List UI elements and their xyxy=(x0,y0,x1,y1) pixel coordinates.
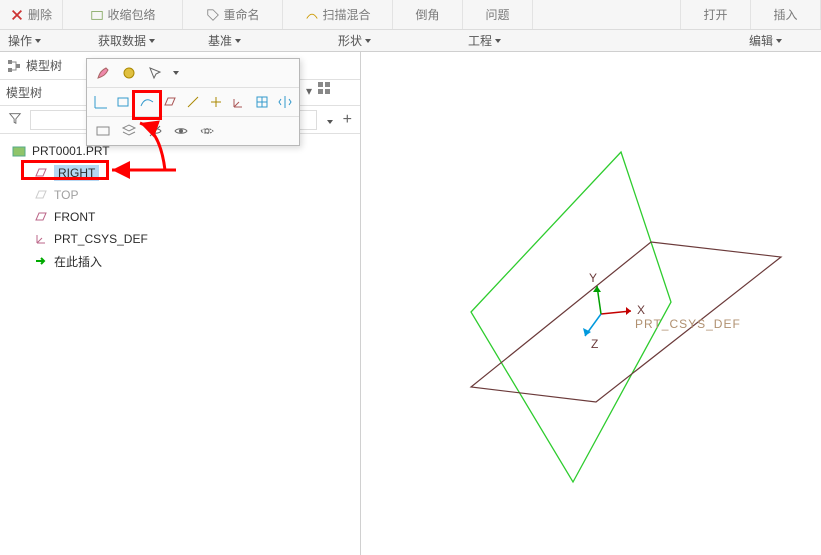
ribbon-group-edit[interactable]: 编辑 xyxy=(741,32,821,49)
csys-axes: X Y Z PRT_CSYS_DEF xyxy=(583,271,741,351)
tree-options-icon[interactable] xyxy=(325,113,333,127)
hide-icon[interactable] xyxy=(145,121,165,141)
context-toolbar-row3 xyxy=(87,116,299,145)
ribbon-other1-label: 倒角 xyxy=(416,6,440,23)
tree-item-right[interactable]: RIGHT xyxy=(4,162,356,184)
ribbon-spacer xyxy=(533,0,681,29)
insert-arrow-icon xyxy=(34,254,48,268)
chevron-down-icon xyxy=(776,39,782,43)
tree-dropdown-icon[interactable]: ▾ xyxy=(306,84,312,98)
tree-item-top[interactable]: TOP xyxy=(4,184,356,206)
ribbon-btn-other2[interactable]: 问题 xyxy=(463,0,533,29)
tree-item-front-label: FRONT xyxy=(54,210,95,224)
tree-header-controls: ▾ xyxy=(306,82,336,99)
sweep-icon xyxy=(305,8,319,22)
plane-icon xyxy=(34,210,48,224)
show-icon[interactable] xyxy=(171,121,191,141)
ribbon-btn-insert[interactable]: 插入 xyxy=(751,0,821,29)
axis-toggle-icon[interactable] xyxy=(93,92,110,112)
ribbon-rename-label: 重命名 xyxy=(224,6,260,23)
tree-item-top-label: TOP xyxy=(54,188,78,202)
tag-icon xyxy=(206,8,220,22)
plane-toggle-icon[interactable] xyxy=(162,92,179,112)
ribbon-delete-label: 删除 xyxy=(28,6,52,23)
part-icon xyxy=(12,144,26,158)
axis-z-label: Z xyxy=(591,337,598,351)
ribbon-btn-publish[interactable]: 打开 xyxy=(681,0,751,29)
csys-icon xyxy=(34,232,48,246)
tree-item-insert-label: 在此插入 xyxy=(54,253,102,270)
ribbon-group-engineering[interactable]: 工程 xyxy=(460,32,590,49)
context-toolbar xyxy=(86,58,300,146)
show-sel-icon[interactable] xyxy=(197,121,217,141)
ribbon-publish-label: 打开 xyxy=(703,6,727,23)
context-toolbar-row2 xyxy=(87,87,299,116)
ribbon-btn-delete[interactable]: 删除 xyxy=(0,0,63,29)
ribbon-group-shape[interactable]: 形状 xyxy=(330,32,460,49)
box-toggle-icon[interactable] xyxy=(116,92,133,112)
graphics-viewport[interactable]: X Y Z PRT_CSYS_DEF xyxy=(361,52,821,555)
ribbon-btn-sweep[interactable]: 扫描混合 xyxy=(283,0,393,29)
ribbon-sweep-label: 扫描混合 xyxy=(323,6,371,23)
paint-icon[interactable] xyxy=(93,63,113,83)
ribbon-btn-other1[interactable]: 倒角 xyxy=(393,0,463,29)
ribbon-group-operate[interactable]: 操作 xyxy=(0,32,90,49)
select-icon[interactable] xyxy=(145,63,165,83)
ribbon-pack-label: 收缩包络 xyxy=(108,6,156,23)
context-toolbar-row1 xyxy=(87,59,299,87)
mirror-toggle-icon[interactable] xyxy=(276,92,293,112)
show-all-icon[interactable] xyxy=(93,121,113,141)
ribbon-other2-label: 问题 xyxy=(486,6,510,23)
model-tree-tab-label[interactable]: 模型树 xyxy=(26,57,62,74)
tree-add-icon[interactable]: + xyxy=(343,111,352,129)
chevron-down-icon xyxy=(365,39,371,43)
tree-root-label: PRT0001.PRT xyxy=(32,144,110,158)
grid-toggle-icon[interactable] xyxy=(253,92,270,112)
ribbon-top-row: 删除 收缩包络 重命名 扫描混合 倒角 问题 打开 插入 xyxy=(0,0,821,30)
curve-toggle-icon[interactable] xyxy=(139,92,156,112)
ribbon-btn-rename[interactable]: 重命名 xyxy=(183,0,283,29)
line-toggle-icon[interactable] xyxy=(185,92,202,112)
model-tree: PRT0001.PRT RIGHT TOP FRONT xyxy=(0,134,360,278)
tree-item-right-label: RIGHT xyxy=(54,165,99,181)
chevron-down-icon xyxy=(495,39,501,43)
tree-item-front[interactable]: FRONT xyxy=(4,206,356,228)
sphere-icon[interactable] xyxy=(119,63,139,83)
axis-y-label: Y xyxy=(589,271,597,285)
chevron-down-icon xyxy=(35,39,41,43)
axis-x-label: X xyxy=(637,303,645,317)
chevron-down-icon[interactable] xyxy=(173,71,179,75)
tree-item-csys[interactable]: PRT_CSYS_DEF xyxy=(4,228,356,250)
plane-icon xyxy=(34,188,48,202)
point-toggle-icon[interactable] xyxy=(207,92,224,112)
ribbon-insert-label: 插入 xyxy=(773,6,797,23)
tree-item-csys-label: PRT_CSYS_DEF xyxy=(54,232,148,246)
ribbon-group-reference[interactable]: 基准 xyxy=(200,32,330,49)
tree-icon xyxy=(6,58,22,74)
csys-toggle-icon[interactable] xyxy=(230,92,247,112)
scene-svg: X Y Z PRT_CSYS_DEF xyxy=(361,52,821,555)
box-icon xyxy=(90,8,104,22)
x-icon xyxy=(10,8,24,22)
chevron-down-icon xyxy=(235,39,241,43)
tree-item-insert[interactable]: 在此插入 xyxy=(4,250,356,272)
filter-icon[interactable] xyxy=(8,111,22,128)
ribbon-group-labels: 操作 获取数据 基准 形状 工程 编辑 xyxy=(0,30,821,52)
layer-icon[interactable] xyxy=(119,121,139,141)
model-tree-label: 模型树 xyxy=(6,84,42,101)
chevron-down-icon xyxy=(149,39,155,43)
csys-label: PRT_CSYS_DEF xyxy=(635,317,741,331)
plane-icon xyxy=(34,166,48,180)
ribbon-btn-pack[interactable]: 收缩包络 xyxy=(63,0,183,29)
ribbon-group-getdata[interactable]: 获取数据 xyxy=(90,32,200,49)
tree-grid-icon[interactable] xyxy=(318,82,336,99)
